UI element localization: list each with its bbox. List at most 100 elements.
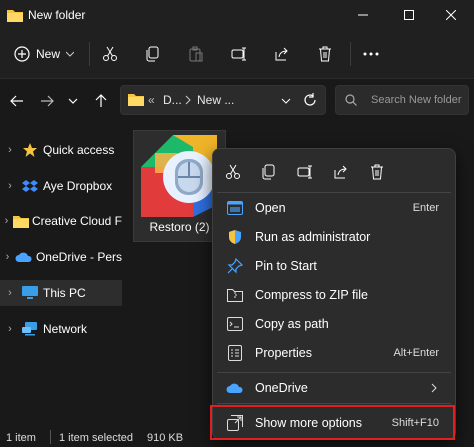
minimize-icon [358,10,368,20]
menu-item-open[interactable]: Open Enter [217,194,451,222]
menu-item-label: Properties [255,346,312,360]
zip-icon [221,288,249,302]
forward-icon [40,95,54,107]
cut-button[interactable] [96,40,124,68]
paste-icon [188,46,204,62]
sidebar-item-label: Quick access [43,143,115,157]
sidebar-item-label: This PC [43,286,86,300]
address-bar[interactable]: « D... New ... [120,85,326,115]
cloud-icon [15,251,33,263]
selection-size: 910 KB [147,432,184,444]
delete-icon [317,46,333,62]
copy-icon [261,164,277,180]
folder-icon [128,93,144,106]
plus-circle-icon [14,46,30,62]
chevron-right-icon [185,95,191,105]
search-box[interactable]: Search New folder [335,85,469,115]
menu-item-run-as-administrator[interactable]: Run as administrator [217,223,451,251]
chevron-right-icon[interactable]: › [0,144,20,156]
recent-locations-button[interactable] [60,88,86,114]
menu-item-label: Run as administrator [255,230,371,244]
delete-button[interactable] [311,40,339,68]
divider [50,430,51,444]
search-placeholder: Search New folder [371,94,462,106]
maximize-icon [404,10,414,20]
sidebar-item-label: OneDrive - Pers [35,250,122,264]
network-icon [20,322,40,336]
context-cut-button[interactable] [218,157,248,187]
star-icon [20,142,40,158]
copy-button[interactable] [139,40,167,68]
back-button[interactable] [4,88,30,114]
context-menu: Open Enter Run as administrator Pin to S… [212,148,456,440]
chevron-down-icon[interactable] [281,98,291,104]
new-button-label: New [36,47,61,61]
divider [217,372,451,373]
cut-icon [225,164,241,180]
breadcrumb-item[interactable]: New ... [197,93,234,107]
breadcrumb-overflow[interactable]: « [148,93,155,107]
open-icon [221,201,249,215]
share-icon [274,46,290,62]
chevron-right-icon[interactable]: › [0,180,20,192]
sidebar-item-quick-access[interactable]: › Quick access [0,137,122,163]
sidebar-item-dropbox[interactable]: › Aye Dropbox [0,173,122,199]
close-icon [446,10,456,20]
chevron-down-icon [68,98,78,104]
sidebar-item-label: Aye Dropbox [43,179,113,193]
context-copy-button[interactable] [254,157,284,187]
menu-item-shortcut: Enter [412,202,439,214]
pin-icon [221,258,249,274]
chevron-right-icon[interactable]: › [0,287,20,299]
context-share-button[interactable] [326,157,356,187]
menu-item-label: OneDrive [255,381,308,395]
sidebar-item-creative-cloud[interactable]: › Creative Cloud F [0,208,122,234]
divider [89,42,90,66]
chevron-right-icon[interactable]: › [0,323,20,335]
maximize-button[interactable] [386,0,432,30]
window-title: New folder [28,8,86,22]
computer-icon [20,286,40,300]
forward-button[interactable] [34,88,60,114]
context-delete-button[interactable] [362,157,392,187]
rename-button[interactable] [225,40,253,68]
menu-item-pin-to-start[interactable]: Pin to Start [217,252,451,280]
chevron-down-icon [66,51,75,57]
divider [217,192,451,193]
close-button[interactable] [428,0,474,30]
sidebar-item-this-pc[interactable]: › This PC [0,280,122,306]
refresh-icon[interactable] [303,93,317,107]
item-count: 1 item [6,432,36,444]
menu-item-compress-to-zip[interactable]: Compress to ZIP file [217,281,451,309]
chevron-right-icon[interactable]: › [0,215,13,227]
more-button[interactable] [357,40,385,68]
search-icon [345,94,357,106]
paste-button[interactable] [182,40,210,68]
sidebar-item-onedrive[interactable]: › OneDrive - Pers [0,244,122,270]
onedrive-icon [221,382,249,394]
up-button[interactable] [88,88,114,114]
copy-icon [145,46,161,62]
menu-item-label: Pin to Start [255,259,317,273]
menu-item-onedrive[interactable]: OneDrive [217,374,451,402]
folder-icon [12,215,29,228]
selection-count: 1 item selected [59,432,133,444]
shield-icon [221,229,249,245]
minimize-button[interactable] [340,0,386,30]
context-rename-button[interactable] [290,157,320,187]
chevron-right-icon[interactable]: › [0,251,15,263]
new-button[interactable]: New [8,40,80,68]
share-icon [333,164,349,180]
folder-icon [7,8,23,22]
menu-item-properties[interactable]: Properties Alt+Enter [217,339,451,367]
breadcrumb-item[interactable]: D... [163,93,182,107]
sidebar-item-label: Creative Cloud F [31,214,122,228]
sidebar-item-network[interactable]: › Network [0,316,122,342]
divider [217,403,451,404]
up-icon [95,94,107,108]
path-icon [221,317,249,331]
share-button[interactable] [268,40,296,68]
menu-item-label: Copy as path [255,317,329,331]
properties-icon [221,345,249,361]
menu-item-copy-as-path[interactable]: Copy as path [217,310,451,338]
